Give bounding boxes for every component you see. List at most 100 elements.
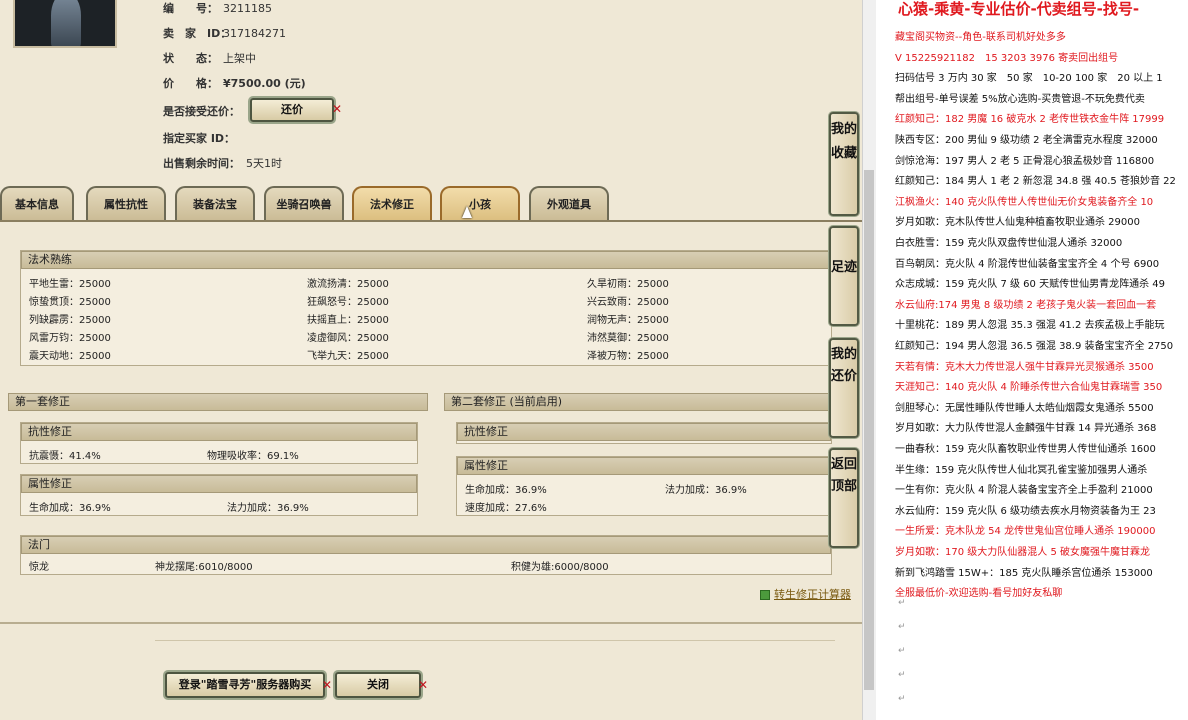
side-history-button[interactable]: 足迹 bbox=[829, 226, 859, 326]
scrollbar-thumb[interactable] bbox=[864, 170, 874, 690]
notes-line: 新到飞鸿踏雪 15W+：185 克火队睡杀宫位通杀 153000 bbox=[895, 567, 1153, 579]
skill-cell: 泽被万物：25000 bbox=[587, 351, 669, 362]
calculator-icon bbox=[760, 590, 770, 600]
notes-line: 水云仙府:174 男鬼 8 级功绩 2 老孩子鬼火装一套回血一套 bbox=[895, 299, 1157, 311]
skill-cell: 风雷万钧：25000 bbox=[29, 333, 111, 344]
close-mark-icon: ✕ bbox=[332, 102, 343, 116]
side-bargains-button[interactable]: 我的还价 bbox=[829, 338, 859, 438]
notes-line: 天涯知己：140 克火队 4 阶睡杀传世六合仙鬼甘霖瑞雪 350 bbox=[895, 382, 1163, 394]
info-label: 编 号： bbox=[163, 2, 218, 15]
price-value: ¥7500.00 (元) bbox=[223, 77, 306, 90]
fame-title: 法门 bbox=[21, 536, 831, 554]
info-bargain: 是否接受还价： bbox=[163, 103, 240, 119]
notes-line: 江枫渔火：140 克火队传世人传世仙无价女鬼装备齐全 10 bbox=[895, 196, 1154, 208]
resist-title: 抗性修正 bbox=[21, 423, 417, 441]
notes-line: 帮出组号-单号误差 5%放心选购-买贵管退-不玩免费代卖 bbox=[895, 93, 1145, 105]
info-remaining: 出售剩余时间： 5天1时 bbox=[163, 155, 282, 171]
attr-cell: 法力加成：36.9% bbox=[665, 485, 747, 496]
set1-resist-box: 抗性修正 抗震慑：41.4% 物理吸收率：69.1% bbox=[20, 422, 418, 464]
notes-line: 全服最低价-欢迎选购-看号加好友私聊 bbox=[895, 588, 1063, 600]
info-label: 出售剩余时间： bbox=[163, 157, 240, 170]
mouse-cursor-icon bbox=[462, 206, 472, 218]
info-value: 5天1时 bbox=[246, 157, 282, 170]
tab-child[interactable]: 小孩 bbox=[440, 186, 520, 220]
skill-cell: 惊蛰贯顶：25000 bbox=[29, 297, 111, 308]
notes-line: 剑惊沧海：197 男人 2 老 5 正骨混心狼孟极妙音 116800 bbox=[895, 155, 1155, 167]
tab-divider bbox=[0, 220, 862, 222]
close-mark-icon: ✕ bbox=[322, 678, 333, 692]
notes-line: 白衣胜雪：159 克火队双盘传世仙混人通杀 32000 bbox=[895, 238, 1123, 249]
notes-line: 一生有你：克火队 4 阶混人装备宝宝齐全上手盈利 21000 bbox=[895, 485, 1153, 497]
return-mark: ↵ bbox=[898, 646, 906, 656]
notes-title: 心猿-乘黄-专业估价-代卖组号-找号- bbox=[898, 0, 1140, 18]
attr-title: 属性修正 bbox=[457, 457, 831, 475]
attr-title: 属性修正 bbox=[21, 475, 417, 493]
notes-line: 红颜知己：194 男人忽混 36.5 强混 38.9 装备宝宝齐全 2750 bbox=[895, 341, 1174, 352]
side-favorites-button[interactable]: 我的收藏 bbox=[829, 112, 859, 216]
skill-cell: 久旱初雨：25000 bbox=[587, 279, 669, 290]
info-serial: 编 号： 3211185 bbox=[163, 0, 272, 16]
info-label: 是否接受还价： bbox=[163, 105, 240, 118]
notes-line: 一生所爱：克木队龙 54 龙传世鬼仙宫位睡人通杀 190000 bbox=[895, 526, 1156, 538]
resist-title: 抗性修正 bbox=[457, 423, 831, 441]
skill-title: 法术熟练 bbox=[21, 251, 831, 269]
fame-cell: 惊龙 bbox=[29, 562, 49, 573]
info-buyer-id: 指定买家 ID： bbox=[163, 130, 235, 146]
tab-appearance[interactable]: 外观道具 bbox=[529, 186, 609, 220]
tab-mounts[interactable]: 坐骑召唤兽 bbox=[264, 186, 344, 220]
tab-equipment[interactable]: 装备法宝 bbox=[175, 186, 255, 220]
info-label: 卖 家 ID： bbox=[163, 27, 232, 40]
resist-cell: 物理吸收率：69.1% bbox=[207, 451, 299, 462]
skill-cell: 沛然莫御：25000 bbox=[587, 333, 669, 344]
skill-cell: 平地生雷：25000 bbox=[29, 279, 111, 290]
resist-cell: 抗震慑：41.4% bbox=[29, 451, 101, 462]
close-button[interactable]: 关闭 bbox=[335, 672, 421, 698]
side-top-button[interactable]: 返回顶部 bbox=[829, 448, 859, 548]
calculator-link-text: 转生修正计算器 bbox=[774, 588, 851, 601]
skill-cell: 润物无声：25000 bbox=[587, 315, 669, 326]
skill-cell: 震天动地：25000 bbox=[29, 351, 111, 362]
attr-cell: 生命加成：36.9% bbox=[29, 503, 111, 514]
info-value: 317184271 bbox=[223, 27, 286, 40]
notes-line: 百鸟朝凤：克火队 4 阶混传世仙装备宝宝齐全 4 个号 6900 bbox=[895, 258, 1160, 270]
tab-basic-info[interactable]: 基本信息 bbox=[0, 186, 74, 220]
notes-line: 天若有情：克木大力传世混人强牛甘霖异光灵猴通杀 3500 bbox=[895, 361, 1154, 373]
notes-line: 剑胆琴心：无属性睡队传世睡人太皓仙烟霞女鬼通杀 5500 bbox=[895, 402, 1154, 414]
notes-line: 十里桃花：189 男人忽混 35.3 强混 41.2 去疾孟极上手能玩 bbox=[895, 320, 1165, 332]
set1-attr-box: 属性修正 生命加成：36.9% 法力加成：36.9% bbox=[20, 474, 418, 516]
close-mark-icon: ✕ bbox=[418, 678, 429, 692]
notes-line: 岁月如歌：大力队传世混人金麟强牛甘霖 14 异光通杀 368 bbox=[895, 423, 1157, 435]
skill-cell: 激流扬清：25000 bbox=[307, 279, 389, 290]
return-mark: ↵ bbox=[898, 622, 906, 632]
skill-box: 法术熟练 平地生雷：25000 激流扬清：25000 久旱初雨：25000 惊蛰… bbox=[20, 250, 832, 366]
info-label: 状 态： bbox=[163, 52, 218, 65]
character-figure bbox=[51, 0, 81, 46]
set2-resist-box: 抗性修正 bbox=[456, 422, 832, 444]
notes-line: 一曲春秋：159 克火队畜牧职业传世男人传世仙通杀 1600 bbox=[895, 444, 1156, 455]
notes-line: 岁月如歌：克木队传世人仙鬼种植畜牧职业通杀 29000 bbox=[895, 217, 1140, 229]
attr-cell: 法力加成：36.9% bbox=[227, 503, 309, 514]
set1-title: 第一套修正 bbox=[8, 393, 428, 411]
footer-rule bbox=[155, 640, 835, 641]
info-seller-id: 卖 家 ID：317184271 bbox=[163, 25, 286, 41]
login-purchase-button[interactable]: 登录"踏雪寻芳"服务器购买 bbox=[165, 672, 325, 698]
skill-cell: 狂飙怒号：25000 bbox=[307, 297, 389, 308]
bargain-button[interactable]: 还价 bbox=[250, 98, 334, 122]
attr-cell: 速度加成：27.6% bbox=[465, 503, 547, 514]
set2-attr-box: 属性修正 生命加成：36.9% 法力加成：36.9% 速度加成：27.6% bbox=[456, 456, 832, 516]
info-value: 3211185 bbox=[223, 2, 272, 15]
skill-cell: 列缺霹雳：25000 bbox=[29, 315, 111, 326]
notes-line: 岁月如歌：170 级大力队仙器混人 5 破女魔强牛魔甘霖龙 bbox=[895, 547, 1150, 558]
fame-box: 法门 惊龙 神龙摆尾:6010/8000 积健为雄:6000/8000 bbox=[20, 535, 832, 575]
skill-cell: 兴云致雨：25000 bbox=[587, 297, 669, 308]
tab-attributes[interactable]: 属性抗性 bbox=[86, 186, 166, 220]
calculator-link[interactable]: 转生修正计算器 bbox=[760, 586, 851, 602]
return-mark: ↵ bbox=[898, 670, 906, 680]
attr-cell: 生命加成：36.9% bbox=[465, 485, 547, 496]
tab-spell-correction[interactable]: 法术修正 bbox=[352, 186, 432, 220]
notes-line: 藏宝阁买物资--角色-联系司机好处多多 bbox=[895, 32, 1066, 43]
character-avatar bbox=[13, 0, 117, 48]
fame-cell: 神龙摆尾:6010/8000 bbox=[155, 562, 253, 573]
notes-line: 红颜知己：184 男人 1 老 2 新忽混 34.8 强 40.5 苍狼妙音 2… bbox=[895, 176, 1176, 188]
info-value: 上架中 bbox=[223, 52, 256, 65]
